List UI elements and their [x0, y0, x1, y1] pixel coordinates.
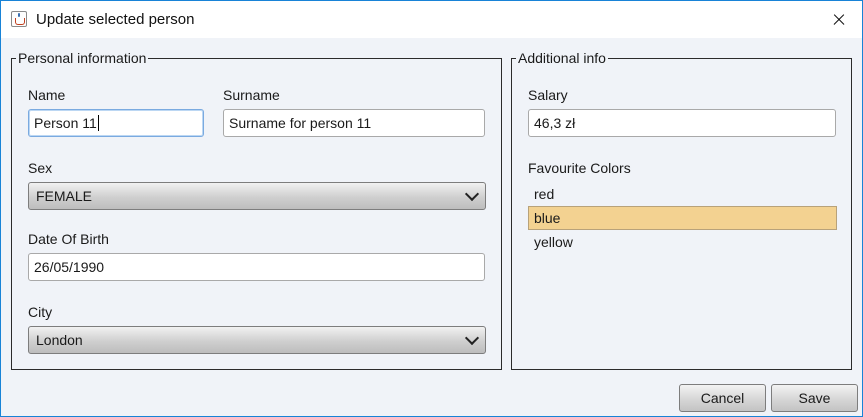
name-label: Name [28, 87, 66, 103]
name-value: Person 11 [34, 115, 97, 131]
window-title: Update selected person [36, 11, 195, 28]
cancel-button[interactable]: Cancel [679, 384, 766, 412]
date-of-birth-label: Date Of Birth [28, 231, 109, 247]
date-of-birth-field[interactable]: 26/05/1990 [28, 253, 485, 281]
dialog-window: Update selected person Personal informat… [0, 0, 863, 417]
chevron-down-icon [464, 330, 480, 346]
surname-field[interactable]: Surname for person 11 [223, 109, 485, 137]
sex-label: Sex [28, 160, 53, 176]
salary-label: Salary [528, 87, 568, 103]
favourite-colors-label: Favourite Colors [528, 160, 631, 176]
sex-selected-value: FEMALE [36, 188, 93, 204]
city-dropdown[interactable]: London [28, 326, 486, 354]
close-icon[interactable] [816, 1, 862, 38]
personal-information-legend: Personal information [16, 50, 149, 66]
name-field[interactable]: Person 11 [28, 109, 204, 137]
text-caret [97, 115, 99, 131]
city-label: City [28, 304, 53, 320]
sex-dropdown[interactable]: FEMALE [28, 182, 486, 210]
salary-field[interactable]: 46,3 zł [528, 109, 836, 137]
title-bar: Update selected person [1, 1, 862, 38]
color-item-blue[interactable]: blue [528, 206, 837, 230]
save-button[interactable]: Save [771, 384, 858, 412]
color-item-yellow[interactable]: yellow [528, 230, 837, 254]
java-cup-icon [11, 11, 27, 27]
personal-information-group: Personal information [11, 50, 502, 370]
chevron-down-icon [464, 186, 480, 202]
city-selected-value: London [36, 332, 83, 348]
color-item-red[interactable]: red [528, 182, 837, 206]
surname-label: Surname [223, 87, 280, 103]
additional-info-legend: Additional info [516, 50, 608, 66]
